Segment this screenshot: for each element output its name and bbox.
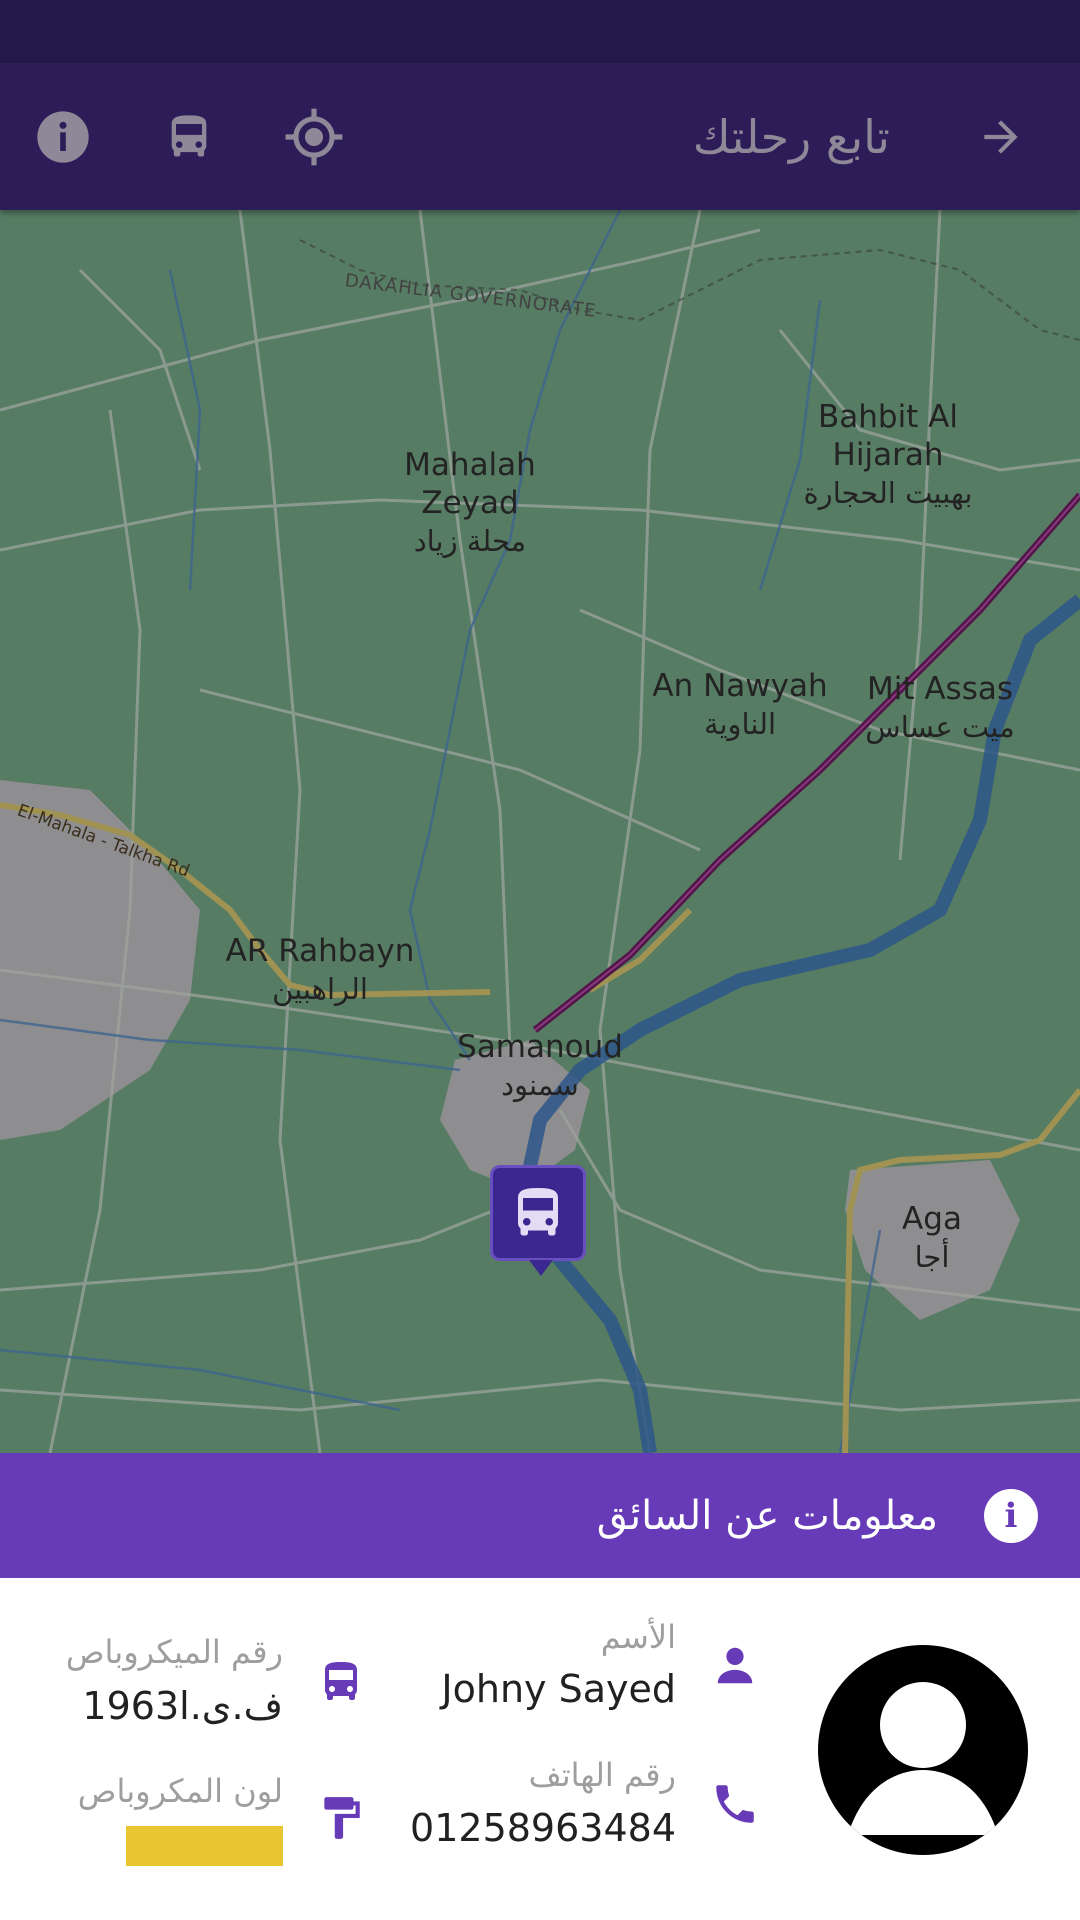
driver-name-label: الأسم <box>600 1618 676 1656</box>
place-name-en: Aga <box>902 1201 962 1237</box>
locate-button[interactable] <box>259 63 369 210</box>
place-name-en: AR Rahbayn <box>225 933 415 969</box>
place-name-ar: محلة زياد <box>413 524 527 558</box>
map-view[interactable]: DAKAHLIA GOVERNORATE El-Mahala - Talkha … <box>0 210 1080 1453</box>
person-avatar-icon <box>848 1682 998 1835</box>
place-name-en: An Nawyah <box>652 668 828 704</box>
driver-info-panel: الأسم Johny Sayed رقم الهاتف 01258963484… <box>0 1578 1080 1920</box>
place-an-nawyah: An Nawyah الناوية <box>652 667 827 743</box>
place-name-ar: أجا <box>914 1240 950 1274</box>
driver-name-value: Johny Sayed <box>441 1667 676 1711</box>
place-name-ar: الراهبين <box>272 972 368 1006</box>
driver-info-header[interactable]: معلومات عن السائق i <box>0 1453 1080 1578</box>
bus-icon <box>313 1654 369 1710</box>
place-bahbit-al-hijarah: Bahbit Al Hijarah بهبيت الحجارة <box>803 398 972 512</box>
driver-avatar <box>818 1645 1028 1855</box>
place-name-en: Samanoud <box>457 1029 623 1065</box>
bus-icon <box>171 114 207 156</box>
place-name-en: Mahalah Zeyad <box>404 447 536 521</box>
place-mahalah-zeyad: Mahalah Zeyad محلة زياد <box>404 446 536 560</box>
bus-color-label: لون المكروباص <box>77 1772 283 1810</box>
bus-number-value: 1963ف.ى.ا <box>82 1684 283 1728</box>
bus-button[interactable] <box>134 63 244 210</box>
paint-roller-icon <box>313 1790 369 1846</box>
location-target-icon <box>285 108 343 165</box>
page-title: تابع رحلتك <box>692 109 890 164</box>
place-name-en: Bahbit Al Hijarah <box>817 399 959 473</box>
back-button[interactable] <box>946 63 1056 210</box>
place-name-ar: ميت عساس <box>865 710 1015 744</box>
bus-number-label: رقم الميكروباص <box>65 1633 283 1671</box>
bus-color-swatch <box>126 1826 283 1866</box>
app-toolbar: تابع رحلتك <box>0 63 1080 210</box>
place-aga: Aga أجا <box>902 1200 962 1276</box>
person-icon <box>707 1638 763 1694</box>
status-bar <box>0 0 1080 63</box>
info-icon: i <box>984 1489 1038 1543</box>
info-button[interactable] <box>8 63 118 210</box>
driver-info-title: معلومات عن السائق <box>596 1492 938 1539</box>
place-name-ar: سمنود <box>501 1068 579 1102</box>
place-mit-assas: Mit Assas ميت عساس <box>865 670 1014 746</box>
bus-location-marker[interactable] <box>490 1165 586 1276</box>
place-name-ar: الناوية <box>703 707 777 741</box>
phone-value[interactable]: 01258963484 <box>410 1806 676 1850</box>
place-name-ar: بهبيت الحجارة <box>803 476 973 510</box>
place-name-en: Mit Assas <box>866 671 1014 707</box>
place-samanoud: Samanoud سمنود <box>457 1028 623 1104</box>
back-arrow-icon <box>984 119 1018 154</box>
info-icon <box>37 110 89 163</box>
phone-icon[interactable] <box>707 1776 763 1832</box>
place-ar-rahbayn: AR Rahbayn الراهبين <box>226 932 415 1008</box>
phone-label: رقم الهاتف <box>528 1756 676 1794</box>
bus-icon <box>518 1188 558 1236</box>
